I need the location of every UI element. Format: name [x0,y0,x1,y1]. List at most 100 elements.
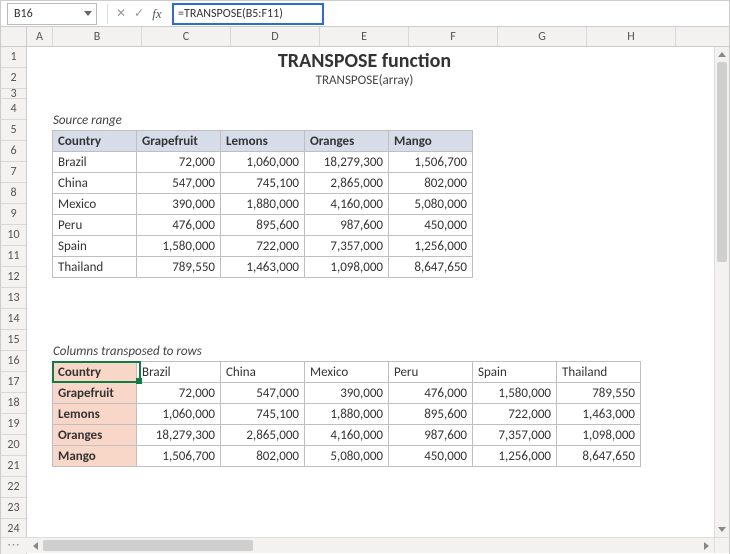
row-header-20[interactable]: 20 [1,435,26,456]
source-cell[interactable]: 1,463,000 [221,257,305,278]
select-all-corner[interactable] [1,27,27,46]
row-header-21[interactable]: 21 [1,456,26,477]
row-header-13[interactable]: 13 [1,288,26,309]
row-header-5[interactable]: 5 [1,120,26,141]
row-header-15[interactable]: 15 [1,330,26,351]
transposed-cell[interactable]: Peru [389,362,473,383]
transposed-header-cell[interactable]: Mango [53,446,137,467]
transposed-cell[interactable]: 895,600 [389,404,473,425]
source-cell[interactable]: 7,357,000 [305,236,389,257]
vertical-scrollbar[interactable] [714,47,729,537]
source-header-cell[interactable]: Grapefruit [137,131,221,152]
col-header-G[interactable]: G [498,27,587,46]
col-header-C[interactable]: C [142,27,231,46]
transposed-cell[interactable]: 802,000 [221,446,305,467]
col-header-D[interactable]: D [231,27,320,46]
row-header-22[interactable]: 22 [1,477,26,498]
transposed-cell[interactable]: Spain [473,362,557,383]
row-header-17[interactable]: 17 [1,372,26,393]
source-cell[interactable]: Spain [53,236,137,257]
scroll-up-icon[interactable] [715,47,729,62]
transposed-cell[interactable]: 547,000 [221,383,305,404]
source-cell[interactable]: 2,865,000 [305,173,389,194]
row-header-16[interactable]: 16 [1,351,26,372]
source-cell[interactable]: Thailand [53,257,137,278]
scroll-right-icon[interactable] [699,542,714,550]
source-cell[interactable]: Brazil [53,152,137,173]
scroll-left-icon[interactable] [28,542,43,550]
source-cell[interactable]: 1,580,000 [137,236,221,257]
source-cell[interactable]: 802,000 [389,173,473,194]
source-header-cell[interactable]: Mango [389,131,473,152]
source-cell[interactable]: 5,080,000 [389,194,473,215]
transposed-cell[interactable]: 450,000 [389,446,473,467]
transposed-cell[interactable]: China [221,362,305,383]
source-header-cell[interactable]: Country [53,131,137,152]
source-cell[interactable]: 789,550 [137,257,221,278]
source-cell[interactable]: 8,647,650 [389,257,473,278]
row-header-18[interactable]: 18 [1,393,26,414]
source-cell[interactable]: 1,506,700 [389,152,473,173]
transposed-cell[interactable]: Brazil [137,362,221,383]
fx-icon[interactable]: fx [148,5,166,23]
transposed-cell[interactable]: 789,550 [557,383,641,404]
source-cell[interactable]: 722,000 [221,236,305,257]
formula-input[interactable]: =TRANSPOSE(B5:F11) [172,3,324,25]
source-cell[interactable]: Mexico [53,194,137,215]
transposed-cell[interactable]: 987,600 [389,425,473,446]
row-header-4[interactable]: 4 [1,99,26,120]
horizontal-scrollbar[interactable]: ⋯ [1,537,714,553]
transposed-cell[interactable]: 1,098,000 [557,425,641,446]
row-header-12[interactable]: 12 [1,267,26,288]
horizontal-scroll-thumb[interactable] [43,540,253,551]
col-header-H[interactable]: H [587,27,676,46]
transposed-header-cell[interactable]: Grapefruit [53,383,137,404]
source-header-cell[interactable]: Oranges [305,131,389,152]
col-header-F[interactable]: F [409,27,498,46]
horizontal-scroll-track[interactable] [43,540,699,551]
source-cell[interactable]: 476,000 [137,215,221,236]
transposed-cell[interactable]: 722,000 [473,404,557,425]
source-cell[interactable]: 1,880,000 [221,194,305,215]
source-header-cell[interactable]: Lemons [221,131,305,152]
transposed-cell[interactable]: 1,580,000 [473,383,557,404]
transposed-header-cell[interactable]: Lemons [53,404,137,425]
transposed-cell[interactable]: 476,000 [389,383,473,404]
transposed-cell[interactable]: 8,647,650 [557,446,641,467]
source-cell[interactable]: 1,098,000 [305,257,389,278]
source-cell[interactable]: 72,000 [137,152,221,173]
transposed-cell[interactable]: 18,279,300 [137,425,221,446]
transposed-cell[interactable]: 5,080,000 [305,446,389,467]
source-cell[interactable]: 1,060,000 [221,152,305,173]
col-header-E[interactable]: E [320,27,409,46]
row-header-7[interactable]: 7 [1,162,26,183]
transposed-header-cell[interactable]: Country [53,362,137,383]
row-header-3[interactable]: 3 [1,89,26,99]
source-cell[interactable]: 4,160,000 [305,194,389,215]
col-header-B[interactable]: B [53,27,142,46]
source-cell[interactable]: 987,600 [305,215,389,236]
transposed-cell[interactable]: 1,256,000 [473,446,557,467]
source-cell[interactable]: 1,256,000 [389,236,473,257]
cancel-icon[interactable]: ✕ [112,5,130,23]
row-header-19[interactable]: 19 [1,414,26,435]
transposed-cell[interactable]: 72,000 [137,383,221,404]
transposed-table[interactable]: CountryBrazilChinaMexicoPeruSpainThailan… [52,361,641,467]
transposed-cell[interactable]: Thailand [557,362,641,383]
row-header-6[interactable]: 6 [1,141,26,162]
name-box[interactable]: B16 [7,3,97,25]
source-cell[interactable]: 745,100 [221,173,305,194]
source-cell[interactable]: Peru [53,215,137,236]
transposed-cell[interactable]: 1,880,000 [305,404,389,425]
source-cell[interactable]: 18,279,300 [305,152,389,173]
source-cell[interactable]: China [53,173,137,194]
transposed-cell[interactable]: 4,160,000 [305,425,389,446]
transposed-cell[interactable]: 1,463,000 [557,404,641,425]
row-header-14[interactable]: 14 [1,309,26,330]
transposed-cell[interactable]: 1,060,000 [137,404,221,425]
col-header-A[interactable]: A [27,27,53,46]
transposed-cell[interactable]: 390,000 [305,383,389,404]
row-header-9[interactable]: 9 [1,204,26,225]
source-cell[interactable]: 450,000 [389,215,473,236]
sheet-area[interactable]: TRANSPOSE function TRANSPOSE(array) Sour… [27,47,729,554]
